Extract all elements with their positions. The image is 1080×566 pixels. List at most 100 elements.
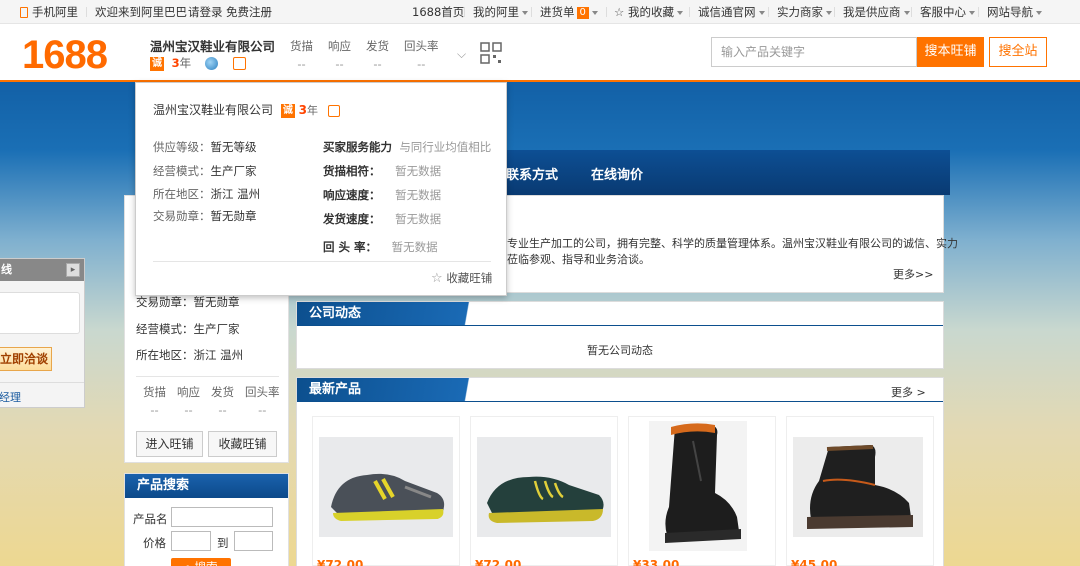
qr-code-icon[interactable] [480,42,502,64]
chengxin-icon: 诚 [150,56,164,71]
price-min-input[interactable] [171,531,211,551]
logo-1688[interactable]: 1688 [22,33,108,78]
product-price: ¥33.00 [633,558,680,566]
nav-contact[interactable]: 联系方式 [506,164,558,183]
nav-inquiry[interactable]: 在线询价 [591,164,643,183]
product-search-button[interactable]: ⌕ 搜索 [171,558,231,566]
popup-region: 所在地区：浙江 温州 [153,187,261,201]
merchants-menu[interactable]: 实力商家 [777,0,832,24]
chevron-down-icon[interactable]: ⌵ [457,47,466,62]
shop-name-link[interactable]: 温州宝汉鞋业有限公司 [150,36,275,55]
company-news-title: 公司动态 [297,302,507,326]
service-menu[interactable]: 客服中心 [920,0,975,24]
popup-supply-level: 供应等级：暂无等级 [153,140,257,154]
supplier-menu[interactable]: 我是供应商 [843,0,910,24]
certificate-icon [233,57,247,70]
search-store-button[interactable]: 搜本旺铺 [917,37,984,67]
popup-shipping-speed: 发货速度： 暂无数据 [323,212,442,226]
product-search-title: 产品搜索 [125,474,288,498]
popup-shop-header: 温州宝汉鞋业有限公司 诚 3年 [153,101,340,118]
chat-manager-link[interactable]: 经理 [0,389,21,405]
sidebar-region: 所在地区：浙江 温州 [136,348,244,362]
chevron-down-icon [1036,10,1042,15]
chat-widget: 线 ▸ 立即洽谈 经理 [0,258,85,408]
favorite-store-button[interactable]: 收藏旺铺 [208,431,277,457]
stat-response: 响应 -- [328,39,351,71]
shop-credentials: 诚 3年 [150,55,247,71]
enter-store-button[interactable]: 进入旺铺 [136,431,203,457]
company-news-empty: 暂无公司动态 [587,344,653,357]
product-image[interactable] [649,421,795,561]
popup-shop-name[interactable]: 温州宝汉鞋业有限公司 [153,103,273,117]
search-input[interactable]: 输入产品关键字 [711,37,917,67]
products-more-link[interactable]: 更多 > [891,384,926,400]
intro-more-link[interactable]: 更多>> [893,266,933,282]
product-image[interactable] [477,437,623,557]
product-price: ¥72.00 [475,558,522,566]
product-search-panel: 产品搜索 产品名 价格 到 ⌕ 搜索 [124,473,289,566]
phone-icon [20,7,28,18]
search-site-button[interactable]: 搜全站 [989,37,1047,67]
star-icon: ☆ [614,5,625,19]
product-card[interactable] [628,416,776,566]
popup-favorite-link[interactable]: ☆ 收藏旺铺 [431,270,492,286]
chevron-down-icon [826,10,832,15]
latest-products-panel: 最新产品 更多 > ¥72.00 ¥72.00 ¥33.00 ¥45.00 [296,377,944,566]
site-nav-menu[interactable]: 网站导航 [987,0,1042,24]
register-link[interactable]: 免费注册 [226,0,272,24]
sidebar-stat-response: 响应 -- [177,385,200,417]
sidebar-mode: 经营模式：生产厂家 [136,322,240,336]
product-image[interactable] [793,437,939,557]
chevron-down-icon [758,10,765,15]
sidebar-stat-description: 货描 -- [143,385,166,417]
product-price: ¥45.00 [791,558,838,566]
cart-menu[interactable]: 进货单 0 [540,0,598,24]
popup-trade-medal: 交易勋章：暂无勋章 [153,209,257,223]
certificate-icon [327,104,340,117]
chevron-down-icon [969,10,975,15]
globe-icon [204,57,218,70]
favorites-menu[interactable]: ☆ 我的收藏 [614,0,683,24]
stat-description: 货描 -- [290,39,313,71]
my-ali-menu[interactable]: 我的阿里 [473,0,528,24]
chengxin-menu[interactable]: 诚信通官网 [698,0,765,24]
popup-response-speed: 响应速度： 暂无数据 [323,188,442,202]
company-news-panel: 公司动态 暂无公司动态 [296,301,944,369]
sidebar-stat-shipping: 发货 -- [211,385,234,417]
popup-business-mode: 经营模式：生产厂家 [153,164,257,178]
sidebar-stat-return: 回头率 -- [245,385,280,417]
stat-return-rate: 回头率 -- [404,39,439,71]
cart-count-badge: 0 [576,6,589,19]
popup-desc-match: 货描相符： 暂无数据 [323,164,442,178]
home-link[interactable]: 1688首页 [412,0,464,24]
product-name-input[interactable] [171,507,273,527]
mobile-ali-link[interactable]: 手机阿里 [20,0,78,24]
welcome-text: 欢迎来到阿里巴巴 [95,5,187,19]
product-image[interactable] [319,437,465,557]
chevron-down-icon [676,10,683,15]
chevron-right-icon[interactable]: ▸ [66,263,80,277]
product-price: ¥72.00 [317,558,364,566]
product-name-label: 产品名 [133,512,168,526]
login-link[interactable]: 请登录 [188,0,223,24]
top-bar: 手机阿里 欢迎来到阿里巴巴 请登录 免费注册 1688首页 我的阿里 进货单 0 … [0,0,1080,24]
shop-details-popup: 温州宝汉鞋业有限公司 诚 3年 供应等级：暂无等级 经营模式：生产厂家 所在地区… [135,82,507,296]
star-icon: ☆ [431,271,443,286]
popup-return-rate: 回 头 率： 暂无数据 [323,240,438,254]
header: 1688 温州宝汉鞋业有限公司 诚 3年 货描 -- 响应 -- 发货 -- 回头率 -… [0,24,1080,82]
price-label: 价格 [143,536,166,550]
chevron-down-icon [903,10,910,15]
stat-shipping: 发货 -- [366,39,389,71]
chevron-down-icon [522,10,528,15]
sidebar-medal: 交易勋章：暂无勋章 [136,295,240,309]
price-max-input[interactable] [234,531,273,551]
chat-message-box[interactable] [0,292,80,334]
product-card[interactable] [786,416,934,566]
chat-now-button[interactable]: 立即洽谈 [0,347,52,371]
intro-text-line1: 专业生产加工的公司，拥有完整、科学的质量管理体系。温州宝汉鞋业有限公司的诚信、实… [507,237,958,250]
product-card[interactable] [312,416,460,566]
chengxin-icon: 诚 [280,103,295,118]
popup-ability-header: 买家服务能力 与同行业均值相比 [323,140,492,154]
chevron-down-icon [591,10,598,15]
product-card[interactable] [470,416,618,566]
